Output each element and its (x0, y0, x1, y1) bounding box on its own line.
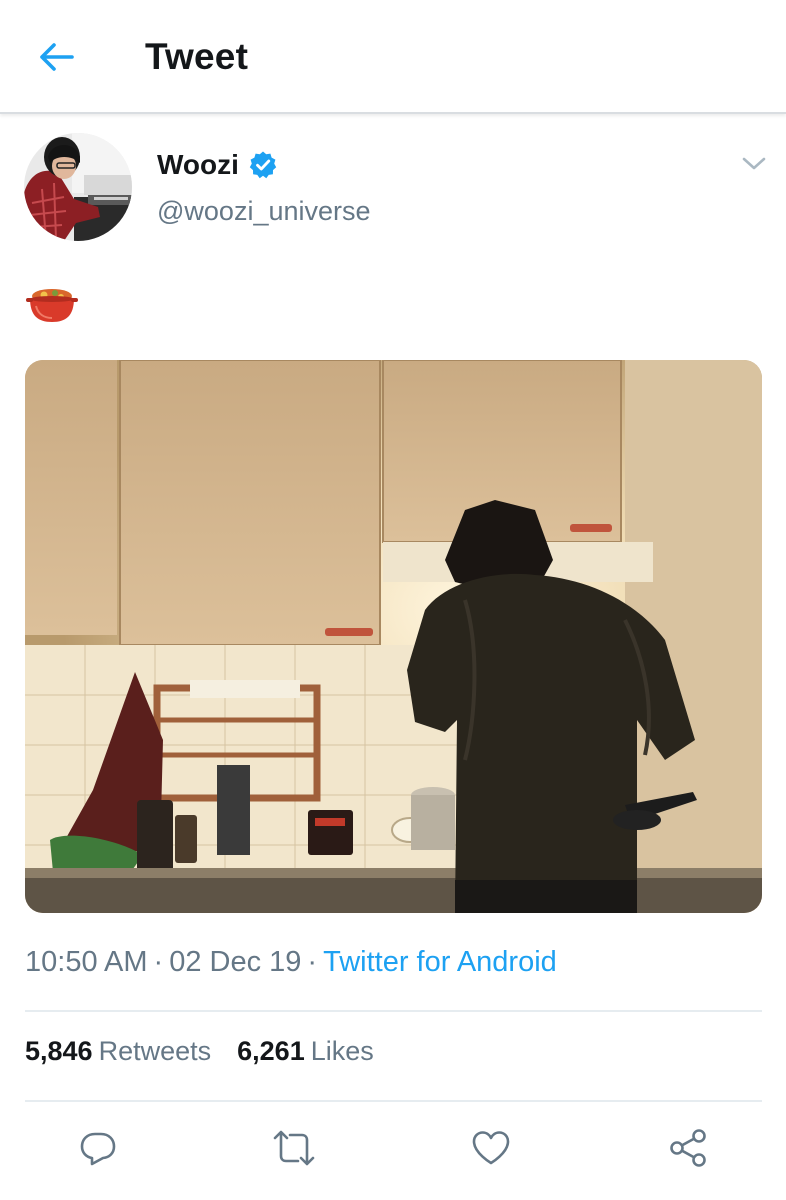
reply-icon (80, 1132, 116, 1166)
tweet-stats: 5,846 Retweets 6,261 Likes (25, 1036, 374, 1067)
divider (25, 1010, 762, 1012)
tweet-photo[interactable] (25, 360, 762, 913)
verified-badge-icon (248, 150, 278, 180)
reply-button[interactable] (76, 1126, 120, 1170)
share-icon (670, 1129, 706, 1167)
top-bar: Tweet (0, 0, 786, 114)
chevron-down-icon (742, 157, 766, 170)
tweet-date: 02 Dec 19 (169, 946, 302, 978)
back-button[interactable] (30, 34, 82, 80)
like-icon (472, 1131, 510, 1165)
share-button[interactable] (666, 1126, 710, 1170)
display-name: Woozi (157, 149, 239, 180)
retweets-stat[interactable]: 5,846 Retweets (25, 1036, 211, 1067)
pot-of-food-emoji (26, 282, 78, 324)
like-button[interactable] (469, 1126, 513, 1170)
likes-label: Likes (310, 1036, 374, 1066)
more-options-button[interactable] (738, 148, 770, 180)
likes-count: 6,261 (237, 1036, 305, 1066)
arrow-left-icon (40, 43, 74, 71)
likes-stat[interactable]: 6,261 Likes (237, 1036, 374, 1067)
retweet-icon (273, 1130, 315, 1166)
tweet-timestamp-row: 10:50 AM · 02 Dec 19 · Twitter for Android (25, 946, 557, 978)
tweet-action-bar (0, 1120, 786, 1176)
tweet-source-link[interactable]: Twitter for Android (323, 946, 557, 978)
retweets-label: Retweets (98, 1036, 212, 1066)
divider (25, 1100, 762, 1102)
author-name-row[interactable]: Woozi (157, 145, 278, 185)
user-handle[interactable]: @woozi_universe (157, 196, 371, 227)
page-title: Tweet (145, 36, 249, 77)
retweets-count: 5,846 (25, 1036, 93, 1066)
retweet-button[interactable] (272, 1126, 316, 1170)
tweet-time: 10:50 AM (25, 946, 148, 978)
avatar[interactable] (24, 133, 132, 241)
